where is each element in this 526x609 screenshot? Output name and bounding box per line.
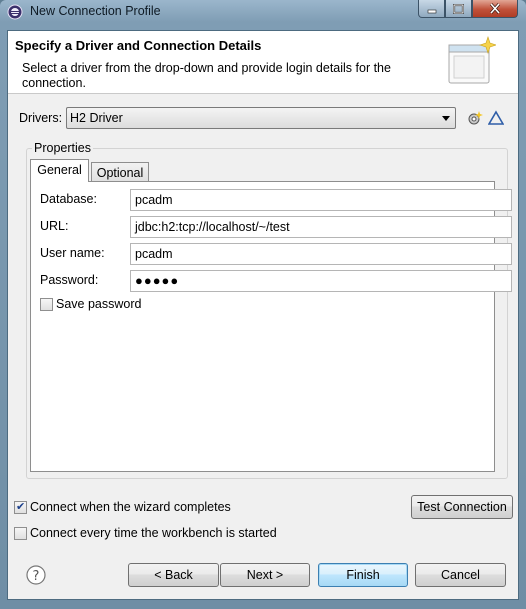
- save-password-label: Save password: [56, 297, 142, 311]
- next-label: Next >: [246, 568, 284, 582]
- page-description: Select a driver from the drop-down and p…: [22, 61, 391, 90]
- username-label: User name:: [40, 246, 105, 260]
- help-icon[interactable]: ?: [26, 565, 46, 585]
- url-field[interactable]: jdbc:h2:tcp://localhost/~/test: [130, 216, 512, 238]
- title-bar[interactable]: New Connection Profile: [0, 0, 526, 24]
- maximize-icon: [453, 3, 464, 14]
- connect-on-startup-checkbox[interactable]: [14, 527, 27, 540]
- window-title: New Connection Profile: [30, 4, 161, 18]
- drivers-selected-value: H2 Driver: [70, 111, 123, 125]
- minimize-icon: [427, 9, 436, 13]
- database-label: Database:: [40, 192, 97, 206]
- close-button[interactable]: [472, 0, 518, 18]
- dialog-content: Specify a Driver and Connection Details …: [7, 30, 519, 600]
- connect-on-complete-label: Connect when the wizard completes: [30, 500, 231, 514]
- drivers-label: Drivers:: [19, 111, 63, 125]
- finish-button[interactable]: Finish: [318, 563, 408, 587]
- url-label: URL:: [40, 219, 69, 233]
- new-driver-icon[interactable]: [467, 110, 483, 126]
- dialog-window: New Connection Profile Specify a Driver …: [0, 0, 526, 609]
- next-button[interactable]: Next >: [220, 563, 310, 587]
- chevron-down-icon: [442, 116, 450, 121]
- connection-wizard-icon: [448, 36, 496, 84]
- password-field[interactable]: ●●●●●: [130, 270, 512, 292]
- cancel-button[interactable]: Cancel: [415, 563, 506, 587]
- drivers-dropdown[interactable]: H2 Driver: [66, 107, 456, 129]
- password-label: Password:: [40, 273, 99, 287]
- eclipse-icon: [7, 4, 23, 20]
- checkmark-icon: ✔: [16, 501, 26, 513]
- minimize-button[interactable]: [418, 0, 445, 18]
- test-connection-label: Test Connection: [417, 500, 507, 514]
- save-password-checkbox[interactable]: [40, 298, 53, 311]
- username-field[interactable]: pcadm: [130, 243, 512, 265]
- general-tab-panel: Database: pcadm URL: jdbc:h2:tcp://local…: [30, 181, 512, 472]
- tab-general-label: General: [37, 163, 82, 177]
- page-title: Specify a Driver and Connection Details: [15, 38, 262, 53]
- cancel-label: Cancel: [441, 568, 480, 582]
- connect-on-startup-label: Connect every time the workbench is star…: [30, 526, 277, 540]
- maximize-button[interactable]: [445, 0, 472, 18]
- properties-group-label: Properties: [32, 141, 93, 155]
- edit-driver-icon[interactable]: [488, 110, 504, 126]
- connect-on-complete-checkbox[interactable]: ✔: [14, 501, 27, 514]
- tab-general[interactable]: General: [30, 159, 89, 182]
- database-field[interactable]: pcadm: [130, 189, 512, 211]
- tab-optional-label: Optional: [96, 166, 144, 180]
- back-label: < Back: [154, 568, 193, 582]
- close-icon: [489, 3, 501, 14]
- wizard-header: Specify a Driver and Connection Details …: [8, 31, 518, 94]
- back-button[interactable]: < Back: [128, 563, 219, 587]
- finish-label: Finish: [346, 568, 380, 582]
- svg-text:?: ?: [33, 569, 40, 584]
- test-connection-button[interactable]: Test Connection: [411, 495, 513, 519]
